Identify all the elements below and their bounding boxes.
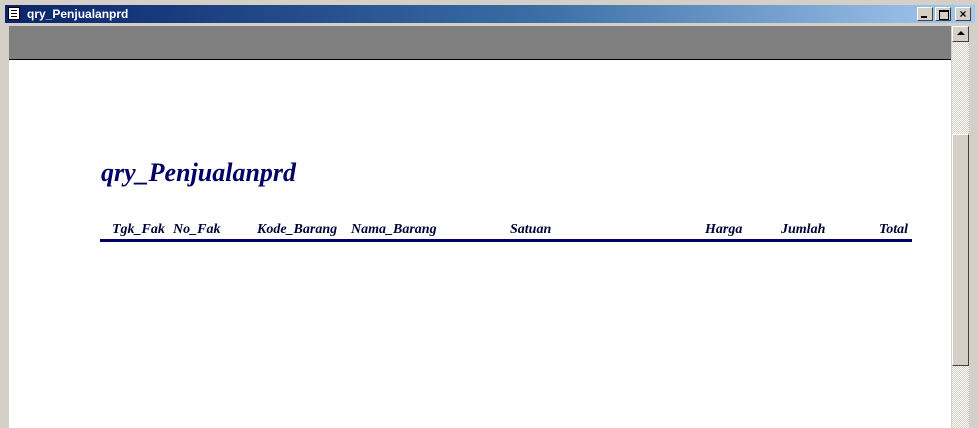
column-header-total: Total — [879, 222, 909, 237]
window-title: qry_Penjualanprd — [27, 7, 129, 21]
column-header-jumlah: Jumlah — [781, 222, 826, 237]
header-divider — [100, 239, 912, 242]
report-title: qry_Penjualanprd — [101, 158, 297, 187]
column-header-no-fak: No_Fak — [173, 222, 221, 237]
column-header-nama-barang: Nama_Barang — [351, 222, 437, 237]
report-window: qry_Penjualanprd × qry_Penjualanprd Tgk_… — [0, 0, 978, 428]
maximize-button[interactable] — [935, 7, 951, 21]
minimize-button[interactable] — [917, 7, 933, 21]
scroll-up-button[interactable] — [952, 26, 969, 42]
column-header-harga: Harga — [705, 222, 743, 237]
column-header-tgk-fak: Tgk_Fak — [112, 222, 165, 237]
column-header-kode-barang: Kode_Barang — [257, 222, 338, 237]
close-button[interactable]: × — [955, 7, 971, 21]
window-frame-edge — [969, 26, 978, 428]
vertical-scrollbar[interactable] — [952, 26, 969, 428]
column-header-satuan: Satuan — [510, 222, 552, 237]
close-icon: × — [959, 7, 967, 21]
report-icon[interactable] — [8, 7, 20, 20]
report-page: qry_Penjualanprd Tgk_Fak No_Fak Kode_Bar… — [9, 60, 951, 428]
scroll-thumb[interactable] — [952, 134, 969, 366]
title-bar[interactable]: qry_Penjualanprd × — [5, 5, 975, 23]
page-margin-header — [9, 26, 951, 60]
